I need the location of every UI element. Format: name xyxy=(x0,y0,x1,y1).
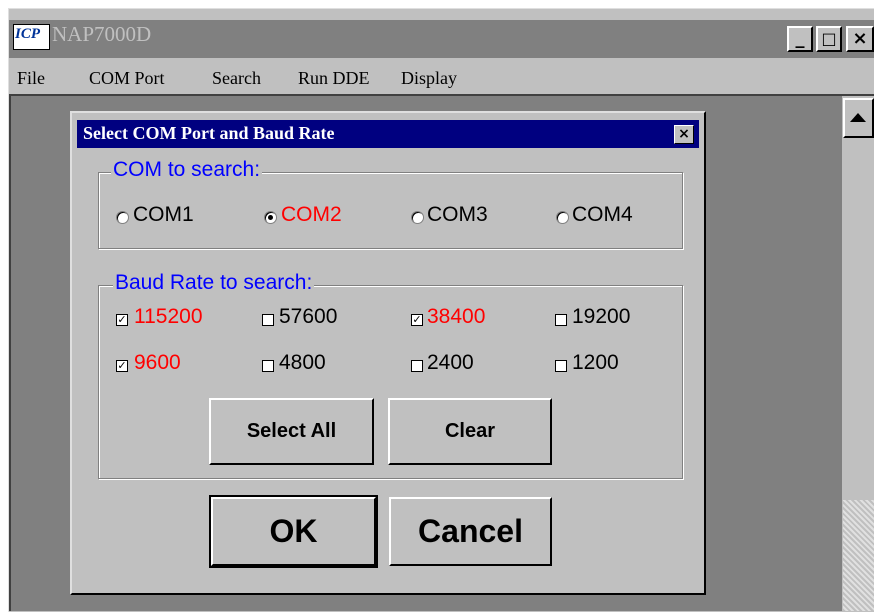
baud-group-label: Baud Rate to search: xyxy=(113,271,315,295)
cancel-button[interactable]: Cancel xyxy=(389,497,552,566)
select-all-button[interactable]: Select All xyxy=(209,398,374,465)
baud-115200-label[interactable]: 115200 xyxy=(134,305,203,329)
baud-9600-label[interactable]: 9600 xyxy=(134,351,181,375)
baud-19200-label[interactable]: 19200 xyxy=(572,305,630,329)
com3-radio[interactable] xyxy=(411,211,424,224)
com-group-label: COM to search: xyxy=(111,158,263,182)
ok-button[interactable]: OK xyxy=(209,495,378,568)
baud-2400-checkbox[interactable] xyxy=(411,360,423,372)
baud-9600-checkbox[interactable]: ✓ xyxy=(116,360,128,372)
baud-4800-checkbox[interactable] xyxy=(262,360,274,372)
menu-display[interactable]: Display xyxy=(401,68,457,89)
baud-115200-checkbox[interactable]: ✓ xyxy=(116,314,128,326)
window-title: NAP7000D xyxy=(52,22,152,46)
baud-38400-label[interactable]: 38400 xyxy=(427,305,485,329)
com4-radio[interactable] xyxy=(556,211,569,224)
scroll-up-arrow-icon xyxy=(850,113,866,122)
radio-selected-dot xyxy=(268,215,273,220)
dialog-close-button[interactable]: × xyxy=(674,125,694,144)
menu-run-dde[interactable]: Run DDE xyxy=(298,68,370,89)
app-logo-icon: ICP xyxy=(13,24,50,50)
baud-38400-checkbox[interactable]: ✓ xyxy=(411,314,423,326)
com3-label[interactable]: COM3 xyxy=(427,203,488,227)
baud-1200-label[interactable]: 1200 xyxy=(572,351,619,375)
com4-label[interactable]: COM4 xyxy=(572,203,633,227)
baud-57600-label[interactable]: 57600 xyxy=(279,305,337,329)
menu-com-port[interactable]: COM Port xyxy=(89,68,165,89)
com2-label[interactable]: COM2 xyxy=(281,203,342,227)
maximize-button[interactable]: □ xyxy=(816,26,842,52)
menu-file[interactable]: File xyxy=(17,68,45,89)
scroll-up-button[interactable] xyxy=(843,98,874,138)
com1-label[interactable]: COM1 xyxy=(133,203,194,227)
close-button[interactable]: × xyxy=(846,26,874,52)
minimize-button[interactable]: _ xyxy=(787,26,813,52)
baud-57600-checkbox[interactable] xyxy=(262,314,274,326)
app-logo-text: ICP xyxy=(15,26,41,42)
baud-1200-checkbox[interactable] xyxy=(555,360,567,372)
clear-button[interactable]: Clear xyxy=(388,398,552,465)
baud-4800-label[interactable]: 4800 xyxy=(279,351,326,375)
menu-search[interactable]: Search xyxy=(212,68,261,89)
com1-radio[interactable] xyxy=(116,211,129,224)
baud-19200-checkbox[interactable] xyxy=(555,314,567,326)
scroll-track[interactable] xyxy=(843,500,874,611)
baud-2400-label[interactable]: 2400 xyxy=(427,351,474,375)
dialog-title: Select COM Port and Baud Rate xyxy=(83,123,335,143)
com2-radio[interactable] xyxy=(264,211,277,224)
